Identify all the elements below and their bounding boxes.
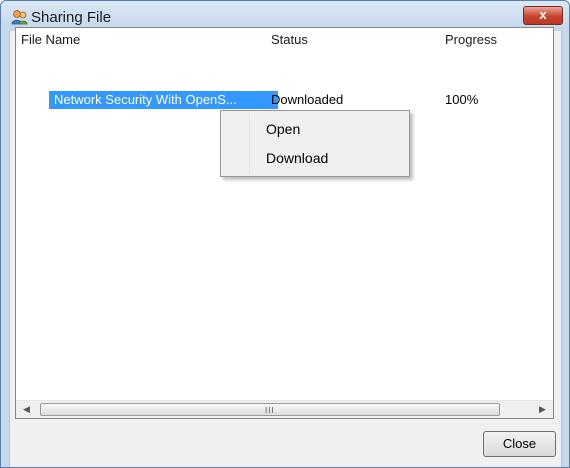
table-row-file-name[interactable]: Network Security With OpenS...: [49, 91, 278, 109]
horizontal-scrollbar[interactable]: ◀ III ▶: [16, 400, 553, 418]
menu-item-open[interactable]: Open: [266, 121, 300, 137]
table-row-progress: 100%: [445, 92, 479, 107]
scrollbar-thumb[interactable]: III: [40, 403, 500, 416]
scrollbar-grip: III: [265, 406, 275, 415]
file-list[interactable]: File Name Status Progress Network Securi…: [15, 27, 554, 419]
close-button[interactable]: Close: [483, 431, 556, 457]
list-header: File Name Status Progress: [16, 28, 553, 51]
column-header-file-name[interactable]: File Name: [21, 32, 80, 47]
table-row-status: Downloaded: [271, 92, 344, 107]
sharing-file-window: Sharing File x File Name Status Progress…: [0, 0, 570, 468]
scroll-left-icon[interactable]: ◀: [18, 401, 35, 418]
column-header-status[interactable]: Status: [271, 32, 308, 47]
menu-item-download[interactable]: Download: [266, 150, 328, 166]
column-header-progress[interactable]: Progress: [445, 32, 497, 47]
menu-gutter: [249, 113, 250, 174]
users-icon: [11, 10, 28, 25]
scroll-right-icon[interactable]: ▶: [534, 401, 551, 418]
context-menu: Open Download: [220, 110, 410, 177]
title-close-button[interactable]: x: [523, 6, 563, 25]
window-title: Sharing File: [31, 9, 112, 26]
